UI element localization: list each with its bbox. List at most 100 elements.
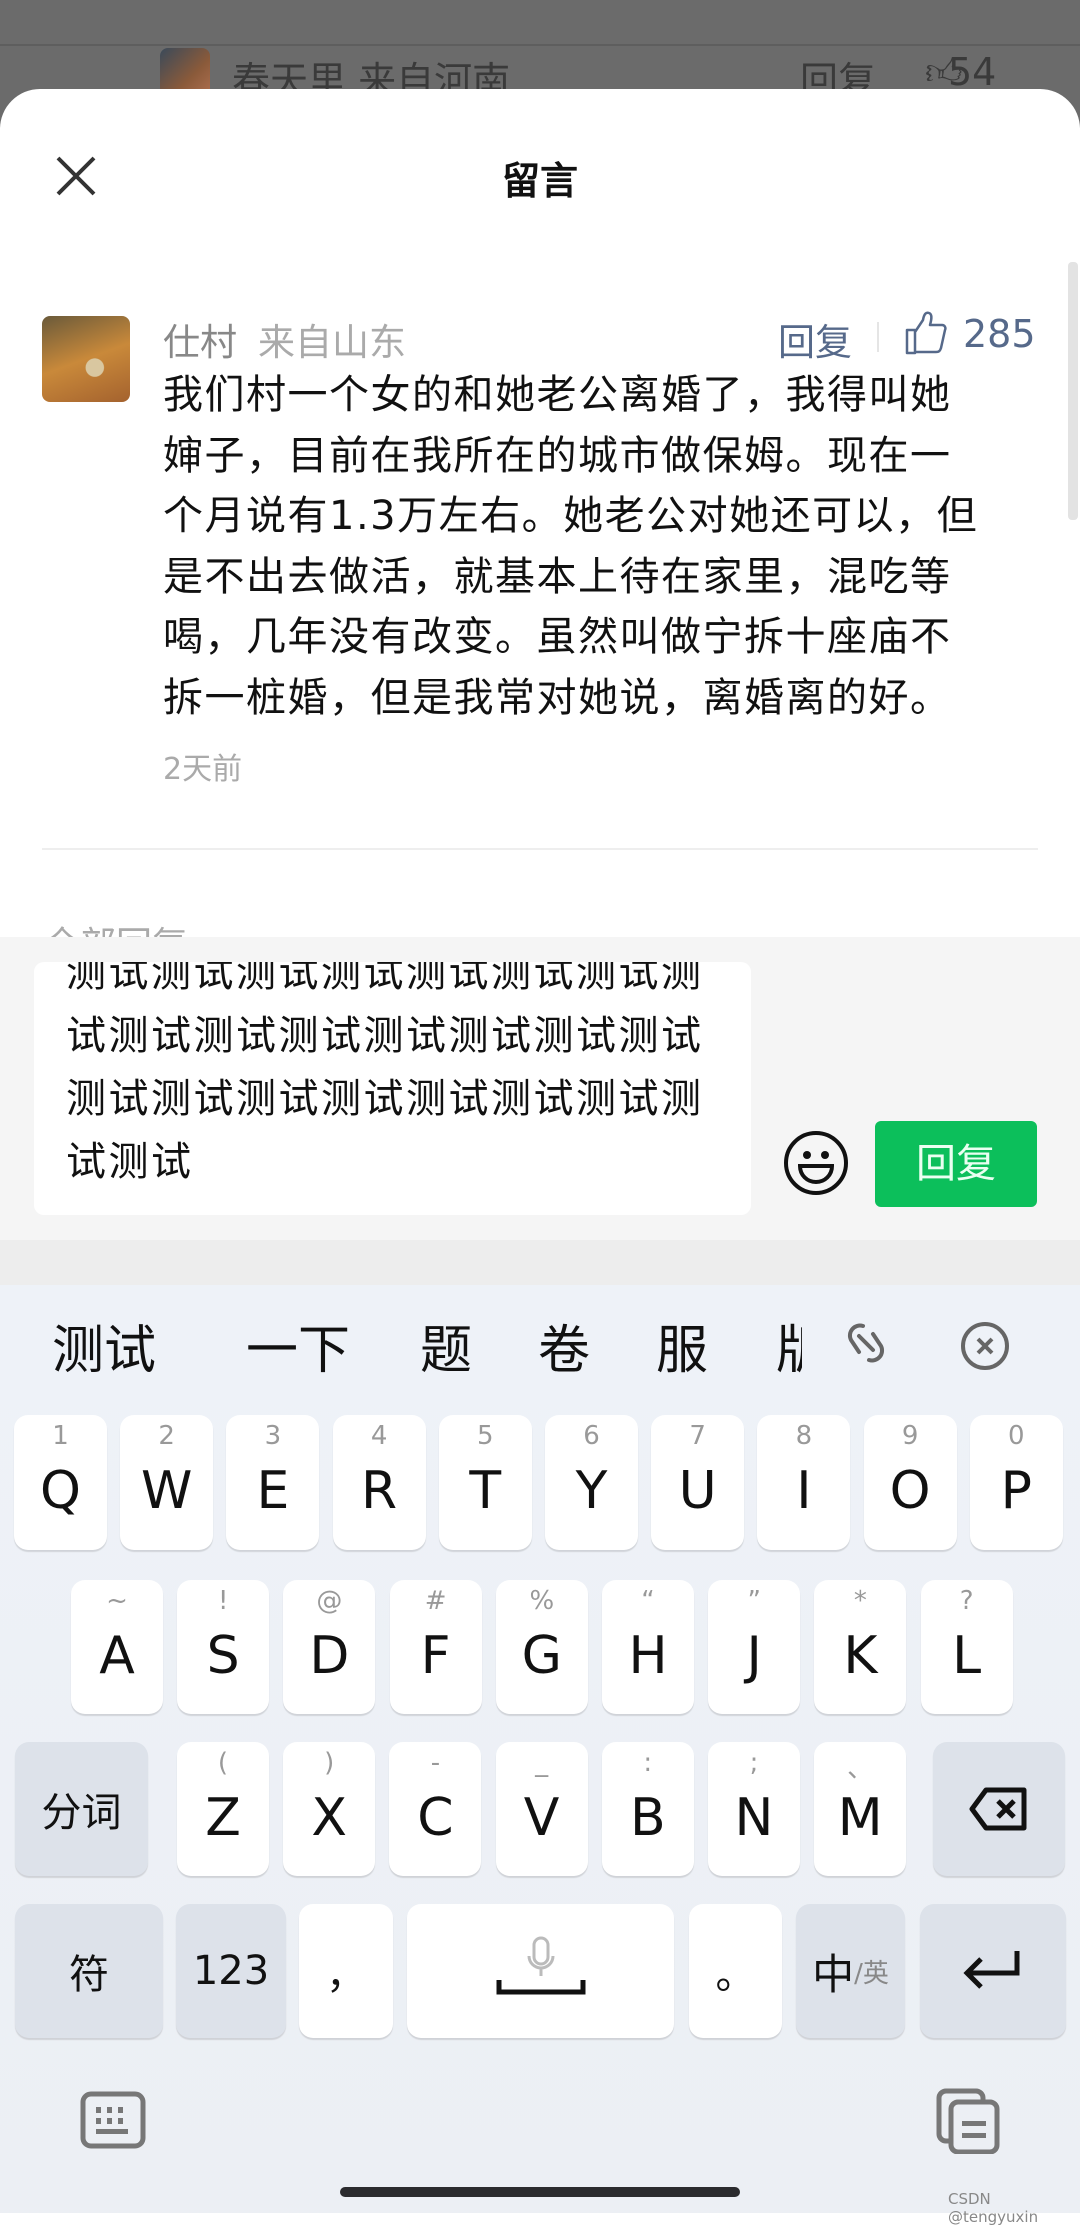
key-y[interactable]: 6Y (545, 1415, 638, 1550)
key-w[interactable]: 2W (120, 1415, 214, 1550)
input-line: 测试测试测试测试测试测试测试测 (66, 962, 704, 996)
link-icon[interactable] (843, 1318, 889, 1368)
close-keyboard-candidates-icon[interactable] (960, 1321, 1010, 1371)
reply-input-text: 测试测试测试测试测试测试测试测 试测试测试测试测试测试测试测试 测试测试测试测试… (66, 962, 746, 1194)
key-label: D (309, 1626, 350, 1686)
key-secondary-label: ) (324, 1748, 335, 1778)
number-key[interactable]: 123 (176, 1904, 286, 2038)
key-label: H (628, 1626, 668, 1686)
key-u[interactable]: 7U (651, 1415, 745, 1550)
key-t[interactable]: 5T (438, 1415, 532, 1550)
key-label: T (469, 1461, 502, 1521)
home-indicator[interactable] (340, 2187, 740, 2197)
language-switch-key[interactable]: 中/英 (796, 1904, 905, 2038)
key-secondary-label: ; (749, 1748, 759, 1778)
key-label: S (206, 1626, 240, 1686)
key-label: E (256, 1461, 290, 1521)
key-s[interactable]: ! S (177, 1580, 270, 1714)
key-f[interactable]: # F (389, 1580, 482, 1714)
key-e[interactable]: 3E (226, 1415, 320, 1550)
comment-time: 2天前 (163, 752, 243, 787)
key-label: C (417, 1788, 454, 1848)
period-key[interactable]: 。 (689, 1904, 782, 2038)
key-label: ， (326, 1952, 366, 1998)
key-label: A (99, 1626, 135, 1686)
candidate-word[interactable]: 卷 (538, 1308, 590, 1383)
clipboard-icon[interactable] (936, 2088, 1000, 2154)
comment-body: 我们村一个女的和她老公离婚了，我得叫她 婶子，目前在我所在的城市做保姆。现在一 … (163, 365, 1053, 728)
key-secondary-label: 9 (901, 1421, 919, 1451)
comment-line: 拆一桩婚，但是我常对她说，离婚离的好。 (163, 674, 952, 721)
emoji-icon[interactable] (783, 1130, 849, 1196)
key-label: B (629, 1788, 666, 1848)
key-r[interactable]: 4R (332, 1415, 426, 1550)
comma-key[interactable]: ， (299, 1904, 393, 2038)
comment-line: 婶子，目前在我所在的城市做保姆。现在一 (163, 432, 952, 479)
scrollbar[interactable] (1068, 262, 1078, 520)
key-o[interactable]: 9O (863, 1415, 957, 1550)
reply-input[interactable]: 测试测试测试测试测试测试测试测 试测试测试测试测试测试测试测试 测试测试测试测试… (34, 962, 751, 1215)
comment-line: 个月说有1.3万左右。她老公对她还可以，但 (163, 493, 979, 539)
comment-author[interactable]: 仕村 (163, 312, 237, 366)
key-q[interactable]: 1Q (14, 1415, 107, 1550)
microphone-space-icon (496, 1936, 585, 1995)
key-k[interactable]: * K (814, 1580, 907, 1714)
thumb-up-icon[interactable] (904, 310, 948, 356)
candidate-word[interactable]: 一下 (246, 1308, 350, 1383)
input-line: 测试测试测试测试测试测试测试测 (66, 1076, 704, 1122)
key-b[interactable]: :B (601, 1742, 694, 1876)
avatar[interactable] (42, 316, 130, 402)
key-j[interactable]: ” J (708, 1580, 801, 1714)
enter-icon (963, 1951, 1020, 1989)
key-secondary-label: ? (959, 1586, 974, 1616)
key-secondary-label: _ (535, 1748, 549, 1778)
key-label: Z (205, 1788, 241, 1848)
comment-location: 来自山东 (258, 321, 406, 364)
key-secondary-label: ( (217, 1748, 229, 1778)
enter-key[interactable] (920, 1904, 1066, 2038)
key-secondary-label: @ (316, 1586, 343, 1616)
segment-key[interactable]: 分词 (15, 1742, 148, 1876)
key-m[interactable]: 、 M (814, 1742, 907, 1876)
key-x[interactable]: ) X (283, 1742, 376, 1876)
candidate-word[interactable]: 服 (656, 1308, 708, 1383)
key-l[interactable]: ? L (920, 1580, 1013, 1714)
lang-main: 中 (812, 1949, 855, 1999)
key-v[interactable]: _ V (495, 1742, 588, 1876)
key-z[interactable]: (Z (177, 1742, 269, 1876)
key-label: V (523, 1788, 560, 1848)
key-c[interactable]: -C (389, 1742, 482, 1876)
keyboard-switch-icon[interactable] (80, 2091, 146, 2149)
backspace-key[interactable] (933, 1742, 1065, 1876)
comment-line: 是不出去做活，就基本上待在家里，混吃等 (163, 553, 952, 600)
symbol-key[interactable]: 符 (15, 1904, 163, 2038)
key-label: 符 (69, 1952, 109, 1998)
key-label: U (678, 1461, 717, 1521)
key-secondary-label: “ (641, 1586, 655, 1616)
key-h[interactable]: “H (602, 1580, 694, 1714)
candidate-word[interactable]: 题 (420, 1308, 472, 1383)
key-label: K (843, 1626, 878, 1686)
key-secondary-label: ! (217, 1586, 229, 1616)
key-secondary-label: 5 (477, 1421, 494, 1451)
key-p[interactable]: 0P (969, 1415, 1063, 1550)
key-label: P (1000, 1461, 1032, 1521)
comment-line: 我们村一个女的和她老公离婚了，我得叫她 (163, 372, 952, 418)
send-reply-button[interactable]: 回复 (875, 1121, 1037, 1207)
key-i[interactable]: 8I (757, 1415, 851, 1550)
candidate-bar: 测试 一下题卷服版 (0, 1308, 1080, 1388)
key-secondary-label: 8 (795, 1421, 813, 1451)
sheet-title: 留言 (501, 159, 578, 203)
key-secondary-label: 3 (264, 1421, 282, 1451)
lang-sub: /英 (854, 1958, 889, 1989)
candidate-word[interactable]: 测试 (52, 1308, 156, 1383)
key-d[interactable]: @ D (283, 1580, 376, 1714)
key-secondary-label: 6 (583, 1421, 600, 1451)
space-key[interactable] (407, 1904, 674, 2038)
candidate-word[interactable]: 版 (776, 1308, 802, 1383)
key-n[interactable]: ; N (708, 1742, 800, 1876)
key-g[interactable]: % G (495, 1580, 588, 1714)
reply-link[interactable]: 回复 (778, 312, 852, 366)
key-secondary-label: 2 (158, 1421, 175, 1451)
key-a[interactable]: ~ A (71, 1580, 163, 1714)
